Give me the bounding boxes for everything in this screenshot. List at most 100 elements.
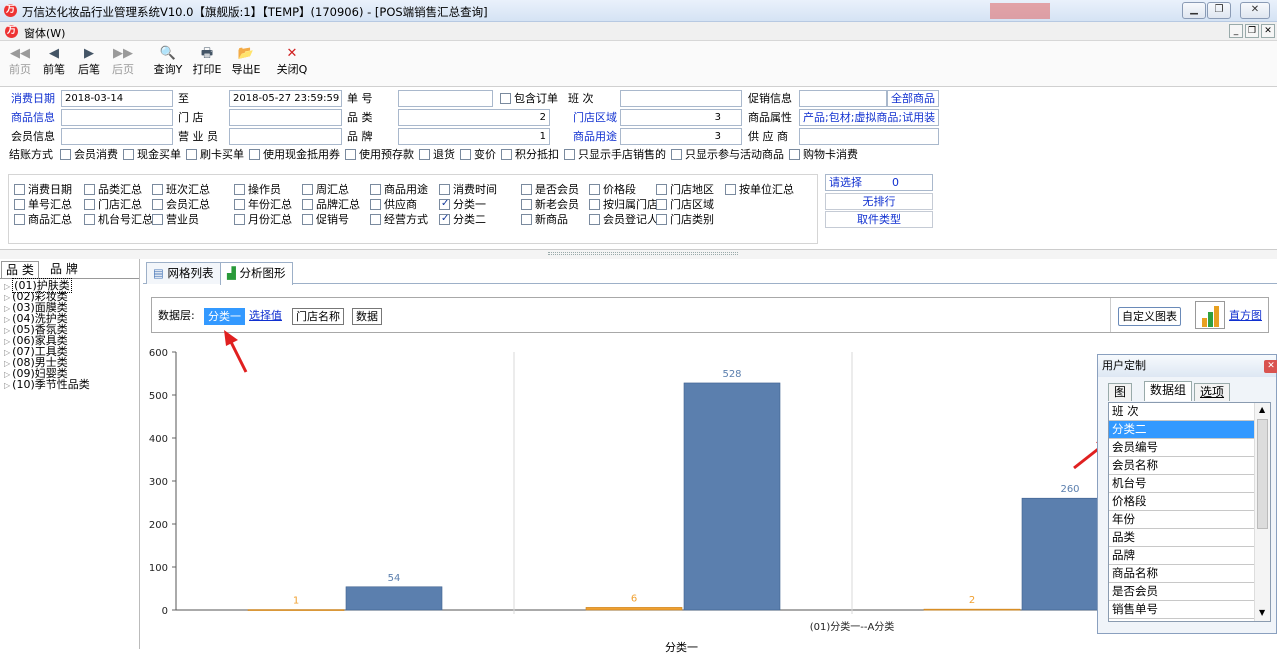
- tab-brand[interactable]: 品 牌: [46, 261, 82, 278]
- member-info-input[interactable]: [61, 128, 173, 145]
- expand-icon[interactable]: ▷: [4, 326, 10, 335]
- data-group-item[interactable]: 班 次: [1109, 403, 1255, 421]
- tab-chart[interactable]: 图: [1108, 383, 1133, 401]
- dialog-close-icon[interactable]: ✕: [1264, 360, 1277, 373]
- fetch-type-button[interactable]: 取件类型: [825, 211, 933, 228]
- mdi-minimize-button[interactable]: _: [1229, 24, 1243, 38]
- prev-page-button[interactable]: ◀◀ 前页: [3, 45, 37, 83]
- groupby-checkbox[interactable]: 门店地区: [656, 183, 714, 197]
- data-group-item[interactable]: 是否会员: [1109, 583, 1255, 601]
- prev-record-button[interactable]: ◀ 前笔: [37, 45, 71, 83]
- groupby-checkbox[interactable]: 会员登记人: [589, 213, 658, 227]
- groupby-checkbox[interactable]: 分类二: [439, 212, 486, 227]
- layer-select-value[interactable]: 选择值: [246, 308, 285, 325]
- groupby-checkbox[interactable]: 品牌汇总: [302, 198, 360, 212]
- settle-option-checkbox[interactable]: 购物卡消费: [789, 148, 858, 161]
- close-button[interactable]: ✕ 关闭Q: [274, 45, 310, 83]
- tab-data-group[interactable]: 数据组: [1144, 381, 1193, 401]
- groupby-checkbox[interactable]: 商品用途: [370, 183, 428, 197]
- order-no-input[interactable]: [398, 90, 493, 107]
- groupby-checkbox[interactable]: 新商品: [521, 213, 568, 227]
- settle-option-checkbox[interactable]: 刷卡买单: [186, 148, 244, 161]
- settle-option-checkbox[interactable]: 变价: [460, 148, 496, 161]
- layer-data[interactable]: 数据: [352, 308, 382, 325]
- expand-icon[interactable]: ▷: [4, 315, 10, 324]
- groupby-checkbox[interactable]: 价格段: [589, 183, 636, 197]
- salesperson-input[interactable]: [229, 128, 342, 145]
- settle-option-checkbox[interactable]: 积分抵扣: [501, 148, 559, 161]
- layer-category-one[interactable]: 分类一: [204, 308, 245, 325]
- groupby-checkbox[interactable]: 门店汇总: [84, 198, 142, 212]
- minimize-button[interactable]: ▁: [1182, 2, 1206, 19]
- query-button[interactable]: 🔍 查询Y: [150, 45, 186, 83]
- groupby-checkbox[interactable]: 月份汇总: [234, 213, 292, 227]
- list-scrollbar[interactable]: ▲ ▼: [1254, 403, 1270, 621]
- data-group-item[interactable]: 会员名称: [1109, 457, 1255, 475]
- tab-grid-list[interactable]: ▤ 网格列表: [146, 262, 221, 284]
- groupby-checkbox[interactable]: 操作员: [234, 183, 281, 197]
- expand-icon[interactable]: ▷: [4, 348, 10, 357]
- supplier-input[interactable]: [799, 128, 939, 145]
- groupby-checkbox[interactable]: 单号汇总: [14, 198, 72, 212]
- next-record-button[interactable]: ▶ 后笔: [72, 45, 106, 83]
- groupby-checkbox[interactable]: 按归属门店: [589, 198, 658, 212]
- groupby-checkbox[interactable]: 门店类别: [656, 213, 714, 227]
- category-input[interactable]: 2: [398, 109, 550, 126]
- settle-option-checkbox[interactable]: 会员消费: [60, 148, 118, 161]
- expand-icon[interactable]: ▷: [4, 370, 10, 379]
- groupby-checkbox[interactable]: 供应商: [370, 198, 417, 212]
- groupby-checkbox[interactable]: 消费时间: [439, 183, 497, 197]
- groupby-checkbox[interactable]: 分类一: [439, 197, 486, 212]
- groupby-checkbox[interactable]: 经营方式: [370, 213, 428, 227]
- data-group-item[interactable]: 销售单号: [1109, 601, 1255, 619]
- data-group-item[interactable]: 价格段: [1109, 493, 1255, 511]
- include-order-checkbox[interactable]: 包含订单: [500, 92, 558, 106]
- next-page-button[interactable]: ▶▶ 后页: [106, 45, 140, 83]
- data-group-item[interactable]: 年份: [1109, 511, 1255, 529]
- tab-analysis-chart[interactable]: ▟ 分析图形: [220, 262, 293, 285]
- scroll-thumb[interactable]: [1257, 419, 1268, 529]
- groupby-checkbox[interactable]: 消费日期: [14, 183, 72, 197]
- restore-button[interactable]: ❐: [1207, 2, 1231, 19]
- data-group-item[interactable]: 分类二: [1109, 421, 1255, 439]
- custom-chart-button[interactable]: 自定义图表: [1118, 307, 1181, 326]
- tab-options[interactable]: 选项: [1194, 383, 1231, 401]
- settle-option-checkbox[interactable]: 现金买单: [123, 148, 181, 161]
- groupby-checkbox[interactable]: 营业员: [152, 213, 199, 227]
- brand-input[interactable]: 1: [398, 128, 550, 145]
- data-group-item[interactable]: 品类: [1109, 529, 1255, 547]
- groupby-checkbox[interactable]: 周汇总: [302, 183, 349, 197]
- expand-icon[interactable]: ▷: [4, 304, 10, 313]
- groupby-checkbox[interactable]: 门店区域: [656, 198, 714, 212]
- data-group-item[interactable]: 会员编号: [1109, 439, 1255, 457]
- goods-info-input[interactable]: [61, 109, 173, 126]
- layer-store-name[interactable]: 门店名称: [292, 308, 344, 325]
- groupby-checkbox[interactable]: 班次汇总: [152, 183, 210, 197]
- groupby-checkbox[interactable]: 品类汇总: [84, 183, 142, 197]
- print-button[interactable]: 🖶 打印E: [189, 45, 225, 83]
- scroll-up-icon[interactable]: ▲: [1259, 405, 1265, 414]
- settle-option-checkbox[interactable]: 使用现金抵用券: [249, 148, 340, 161]
- expand-icon[interactable]: ▷: [4, 282, 10, 291]
- tab-category[interactable]: 品 类: [1, 261, 39, 278]
- close-window-button[interactable]: ✕: [1240, 2, 1270, 19]
- date-to-input[interactable]: 2018-05-27 23:59:59: [229, 90, 342, 107]
- goods-use-input[interactable]: 3: [620, 128, 742, 145]
- store-input[interactable]: [229, 109, 342, 126]
- expand-icon[interactable]: ▷: [4, 337, 10, 346]
- settle-option-checkbox[interactable]: 只显示参与活动商品: [671, 148, 784, 161]
- store-area-input[interactable]: 3: [620, 109, 742, 126]
- mdi-close-button[interactable]: ✕: [1261, 24, 1275, 38]
- expand-icon[interactable]: ▷: [4, 293, 10, 302]
- please-select-field[interactable]: 请选择 0: [825, 174, 933, 191]
- settle-option-checkbox[interactable]: 退货: [419, 148, 455, 161]
- mdi-restore-button[interactable]: ❐: [1245, 24, 1259, 38]
- groupby-checkbox[interactable]: 是否会员: [521, 183, 579, 197]
- expand-icon[interactable]: ▷: [4, 359, 10, 368]
- bar-chart-link[interactable]: 直方图: [1229, 308, 1262, 324]
- settle-option-checkbox[interactable]: 使用预存款: [345, 148, 414, 161]
- shift-input[interactable]: [620, 90, 742, 107]
- data-group-item[interactable]: 机台号: [1109, 475, 1255, 493]
- data-group-item[interactable]: 商品名称: [1109, 565, 1255, 583]
- date-from-input[interactable]: 2018-03-14: [61, 90, 173, 107]
